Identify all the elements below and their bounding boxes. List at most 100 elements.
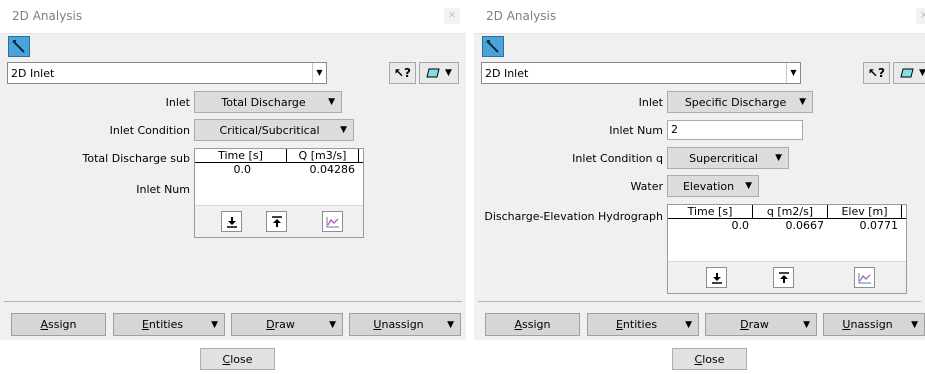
right-inlet-value: Specific Discharge: [684, 95, 787, 109]
whats-this-help-icon: ↖?: [867, 66, 885, 80]
layer-icon: [900, 68, 914, 78]
right-inlet-condition-dropdown[interactable]: Supercritical ▼: [667, 147, 789, 169]
right-close-button[interactable]: Close: [672, 348, 747, 370]
right-dialog-title: 2D Analysis: [486, 9, 557, 23]
left-entities-button[interactable]: Entities ▼: [113, 313, 225, 336]
download-icon: [711, 272, 722, 284]
left-inlet-value: Total Discharge: [221, 95, 306, 109]
right-divider: [478, 301, 921, 302]
entities-label: Entities: [615, 318, 658, 331]
left-hydrograph-label: Total Discharge sub: [82, 152, 190, 165]
upload-icon: [271, 215, 282, 227]
right-inlet-num-input[interactable]: 2: [667, 120, 803, 140]
left-export-button[interactable]: [221, 211, 242, 232]
pencil-tool-icon: [486, 40, 499, 53]
download-icon: [226, 216, 237, 228]
left-analysis-select-value: 2D Inlet: [11, 67, 55, 80]
grid-cell[interactable]: 0.0667: [753, 219, 825, 232]
left-analysis-select[interactable]: 2D Inlet ▼: [7, 62, 327, 84]
chevron-down-icon: ▼: [445, 68, 452, 78]
grid-header: q [m2/s]: [753, 205, 828, 218]
left-close-button[interactable]: Close: [200, 348, 275, 370]
grid-cell[interactable]: 0.0: [195, 163, 252, 176]
close-label: Close: [222, 352, 253, 366]
right-assign-button[interactable]: Assign: [485, 313, 580, 336]
left-unassign-button[interactable]: Unassign ▼: [349, 313, 461, 336]
left-layer-menu-button[interactable]: ▼: [419, 62, 459, 84]
chevron-down-icon: ▼: [799, 97, 806, 107]
grid-toolbar: [195, 205, 363, 237]
right-water-dropdown[interactable]: Elevation ▼: [667, 175, 759, 197]
right-water-label: Water: [630, 180, 663, 193]
right-export-button[interactable]: [706, 267, 727, 288]
left-inlet-condition-dropdown[interactable]: Critical/Subcritical ▼: [194, 119, 354, 141]
grid-cell[interactable]: 0.0: [668, 219, 750, 232]
left-title-bar: 2D Analysis ✕: [0, 0, 466, 34]
right-inlet-dropdown[interactable]: Specific Discharge ▼: [667, 91, 813, 113]
graph-icon: [858, 272, 871, 283]
grid-toolbar: [668, 261, 906, 293]
chevron-down-icon: ▼: [786, 63, 800, 83]
right-analysis-select-value: 2D Inlet: [485, 67, 529, 80]
left-hydrograph-grid[interactable]: Time [s] Q [m3/s] 0.0 0.04286: [194, 148, 364, 238]
left-close-window-icon[interactable]: ✕: [444, 8, 460, 24]
right-draw-button[interactable]: Draw ▼: [705, 313, 817, 336]
layer-icon: [426, 68, 440, 78]
right-inlet-num-label: Inlet Num: [609, 124, 663, 137]
upload-icon: [778, 271, 789, 283]
right-title-bar: 2D Analysis ✕: [474, 0, 925, 34]
right-import-button[interactable]: [773, 267, 794, 288]
left-inlet-num-label: Inlet Num: [136, 183, 190, 196]
grid-cell[interactable]: 0.04286: [287, 163, 356, 176]
chevron-down-icon: ▼: [328, 97, 335, 107]
assign-label: Assign: [514, 318, 551, 331]
entities-label: Entities: [141, 318, 184, 331]
left-import-button[interactable]: [266, 211, 287, 232]
chevron-down-icon: ▼: [329, 319, 336, 330]
right-hydrograph-label: Discharge-Elevation Hydrograph: [484, 210, 663, 223]
pencil-tool-icon: [12, 40, 25, 53]
unassign-label: Unassign: [842, 318, 893, 331]
left-inlet-dropdown[interactable]: Total Discharge ▼: [194, 91, 342, 113]
right-plot-button[interactable]: [854, 267, 875, 288]
chevron-down-icon: ▼: [911, 319, 918, 330]
chevron-down-icon: ▼: [211, 319, 218, 330]
right-inlet-condition-value: Supercritical: [689, 151, 758, 165]
right-layer-menu-button[interactable]: ▼: [893, 62, 925, 84]
right-tool-button[interactable]: [482, 36, 504, 57]
right-unassign-button[interactable]: Unassign ▼: [823, 313, 925, 336]
left-dialog: 2D Analysis ✕ 2D Inlet ▼ ↖? ▼ Inlet Tota…: [0, 0, 466, 374]
chevron-down-icon: ▼: [340, 125, 347, 135]
left-assign-button[interactable]: Assign: [11, 313, 106, 336]
draw-label: Draw: [266, 318, 295, 331]
right-inlet-condition-label: Inlet Condition q: [572, 152, 663, 165]
left-draw-button[interactable]: Draw ▼: [231, 313, 343, 336]
right-hydrograph-grid[interactable]: Time [s] q [m2/s] Elev [m] 0.0 0.0667 0.…: [667, 204, 907, 294]
right-dialog: 2D Analysis ✕ 2D Inlet ▼ ↖? ▼ Inlet Spec…: [474, 0, 925, 374]
left-inlet-condition-value: Critical/Subcritical: [219, 123, 320, 137]
unassign-label: Unassign: [373, 318, 424, 331]
whats-this-help-icon: ↖?: [393, 66, 411, 80]
chevron-down-icon: ▼: [312, 63, 326, 83]
right-water-value: Elevation: [682, 179, 735, 193]
grid-header: Time [s]: [668, 205, 753, 218]
chevron-down-icon: ▼: [803, 319, 810, 330]
right-entities-button[interactable]: Entities ▼: [587, 313, 699, 336]
right-close-window-icon[interactable]: ✕: [916, 8, 925, 24]
grid-header: Time [s]: [195, 149, 287, 162]
grid-header: Elev [m]: [828, 205, 902, 218]
grid-cell[interactable]: 0.0771: [828, 219, 899, 232]
draw-label: Draw: [740, 318, 769, 331]
right-analysis-select[interactable]: 2D Inlet ▼: [481, 62, 801, 84]
left-dialog-title: 2D Analysis: [12, 9, 83, 23]
chevron-down-icon: ▼: [685, 319, 692, 330]
chevron-down-icon: ▼: [919, 68, 925, 78]
left-help-button[interactable]: ↖?: [389, 62, 416, 84]
chevron-down-icon: ▼: [745, 181, 752, 191]
chevron-down-icon: ▼: [447, 319, 454, 330]
right-help-button[interactable]: ↖?: [863, 62, 890, 84]
left-tool-button[interactable]: [8, 36, 30, 57]
right-inlet-label: Inlet: [638, 96, 663, 109]
left-plot-button[interactable]: [322, 211, 343, 232]
left-divider: [4, 301, 462, 302]
